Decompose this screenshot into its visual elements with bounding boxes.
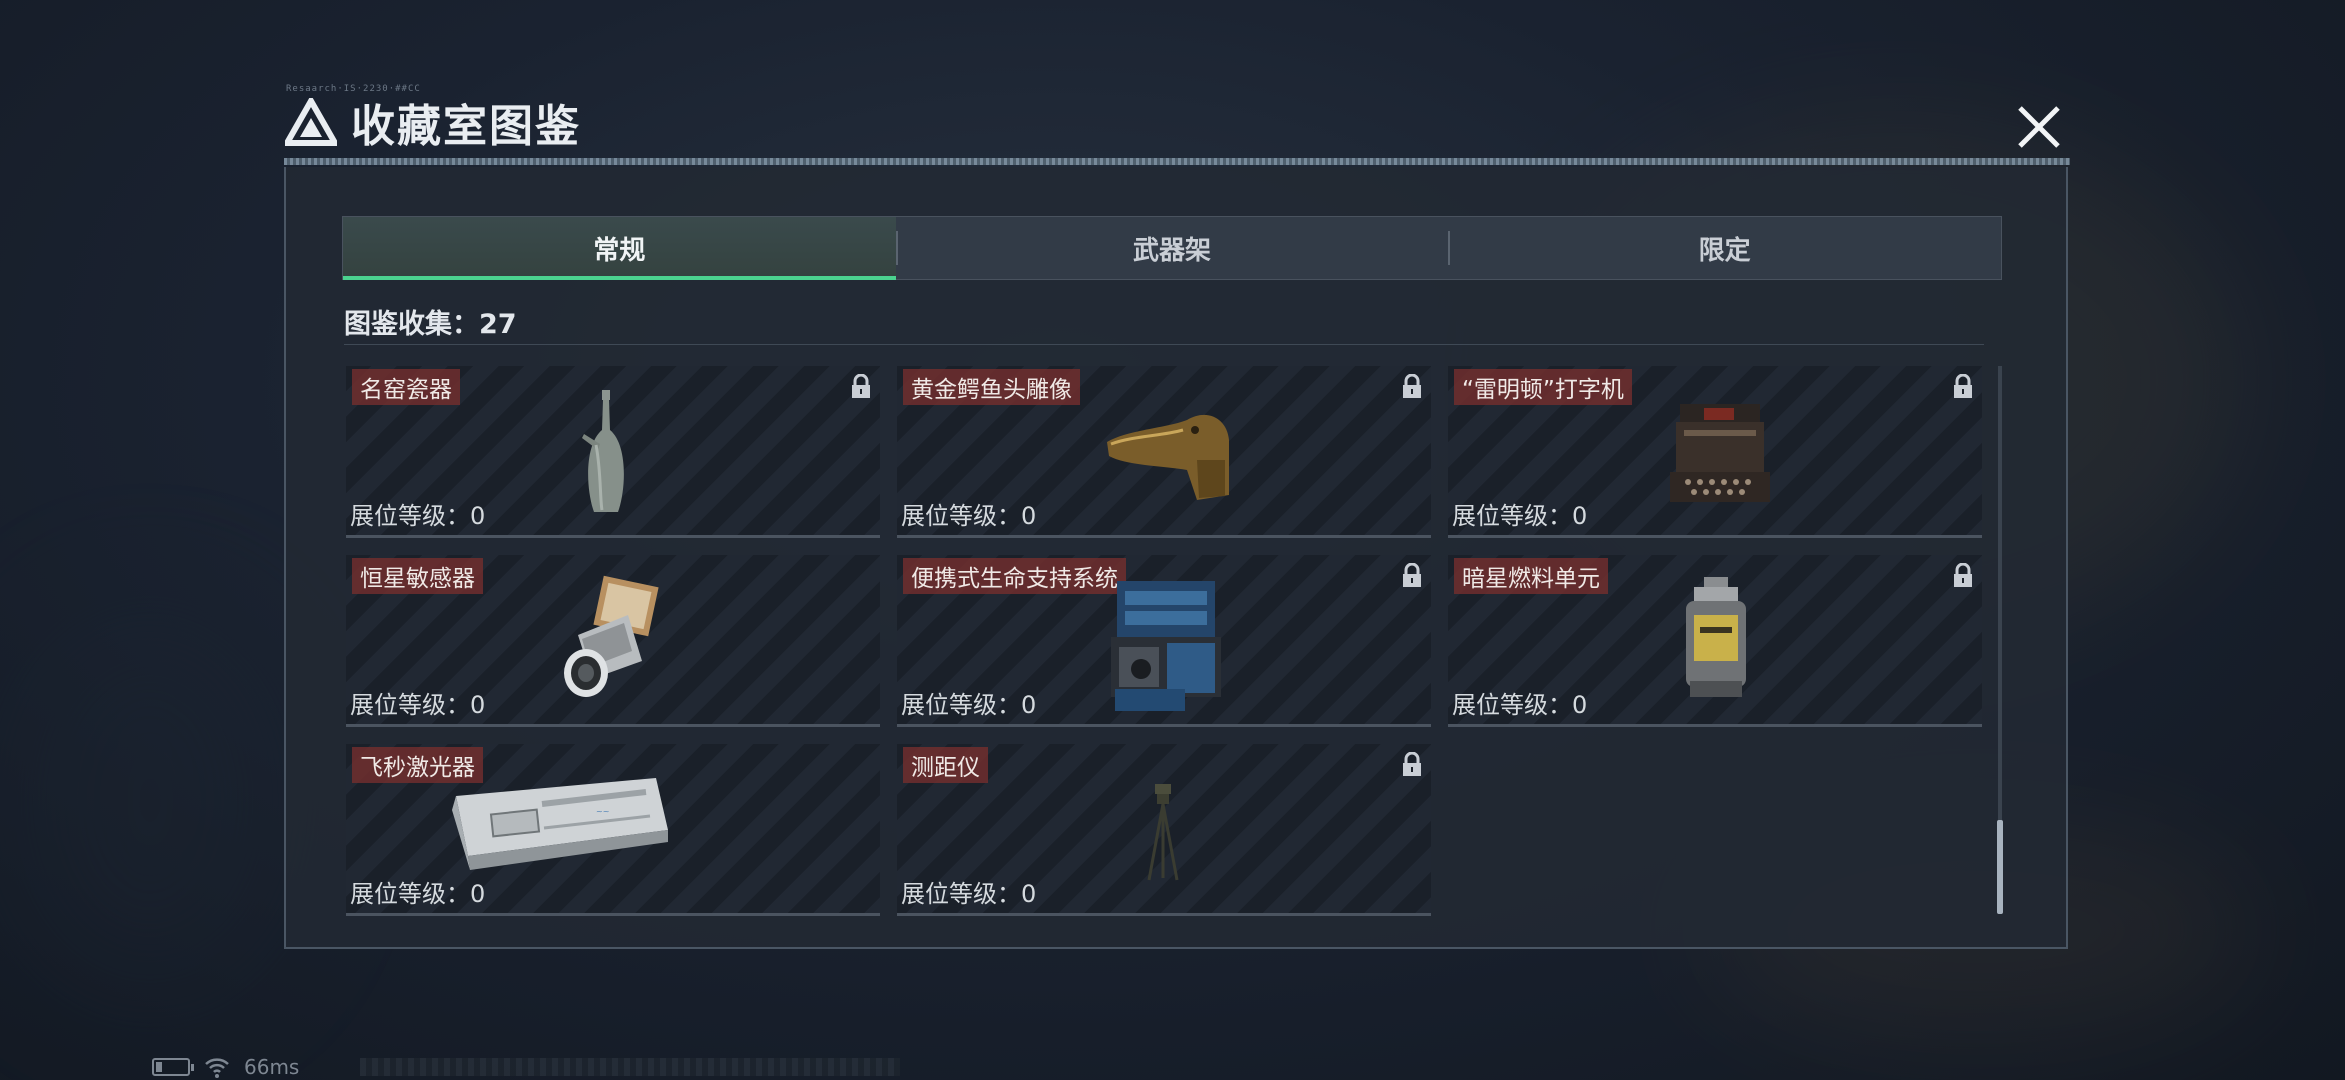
item-card[interactable]: 黄金鳄鱼头雕像 展位等级：0: [897, 366, 1431, 538]
booth-level: 展位等级：0: [350, 880, 486, 908]
typewriter-icon: [1670, 404, 1770, 502]
svg-text:~~: ~~: [596, 807, 609, 816]
obscured-text: [360, 1058, 900, 1076]
wifi-icon: [205, 1058, 229, 1078]
item-card[interactable]: 测距仪 展位等级：0: [897, 744, 1431, 916]
booth-level: 展位等级：0: [350, 502, 486, 530]
booth-level: 展位等级：0: [901, 880, 1037, 908]
header: 收藏室图鉴: [285, 92, 581, 152]
page-title: 收藏室图鉴: [351, 101, 581, 152]
crocodile-head-statue-icon: [1107, 414, 1229, 500]
section-divider: [344, 344, 1984, 345]
item-name: 黄金鳄鱼头雕像: [903, 369, 1080, 405]
lock-icon: [1403, 752, 1421, 776]
triangle-logo-icon: [285, 98, 337, 146]
item-card[interactable]: “雷明顿”打字机 展位等级：0: [1448, 366, 1982, 538]
booth-level: 展位等级：0: [350, 691, 486, 719]
item-name: 暗星燃料单元: [1454, 558, 1608, 594]
rangefinder-tripod-icon: [1147, 784, 1179, 881]
booth-level: 展位等级：0: [901, 502, 1037, 530]
item-card[interactable]: 飞秒激光器 ~~ 展位等级：0: [346, 744, 880, 916]
status-bar: 66ms: [152, 1055, 299, 1079]
item-card[interactable]: 恒星敏感器 展位等级：0: [346, 555, 880, 727]
porcelain-vase-icon: [582, 390, 624, 512]
item-name: 恒星敏感器: [352, 558, 483, 594]
booth-level: 展位等级：0: [1452, 502, 1588, 530]
item-name: “雷明顿”打字机: [1454, 369, 1632, 405]
tab-weapon-rack[interactable]: 武器架: [895, 217, 1449, 279]
item-card[interactable]: 暗星燃料单元 展位等级：0: [1448, 555, 1982, 727]
lock-icon: [1954, 563, 1972, 587]
item-name: 名窑瓷器: [352, 369, 460, 405]
booth-level: 展位等级：0: [901, 691, 1037, 719]
close-icon[interactable]: [2012, 100, 2066, 154]
title-divider: [284, 158, 2070, 165]
battery-icon: [152, 1058, 194, 1076]
lock-icon: [1403, 563, 1421, 587]
lock-icon: [1403, 374, 1421, 398]
life-support-icon: [1111, 581, 1221, 711]
collection-count: 图鉴收集：27: [344, 309, 517, 340]
tab-limited[interactable]: 限定: [1448, 217, 2001, 279]
item-grid: 名窑瓷器 展位等级：0 黄金鳄鱼头雕像 展位等级：0 “雷明顿”打字机 展位等级…: [346, 366, 1982, 916]
lock-icon: [852, 374, 870, 398]
ping-text: 66ms: [244, 1055, 300, 1079]
star-sensor-icon: [564, 575, 659, 697]
item-name: 便携式生命支持系统: [903, 558, 1126, 594]
fuel-cell-icon: [1686, 577, 1746, 697]
item-card[interactable]: 名窑瓷器 展位等级：0: [346, 366, 880, 538]
item-card[interactable]: 便携式生命支持系统 展位等级：0: [897, 555, 1431, 727]
tab-regular[interactable]: 常规: [343, 217, 896, 280]
lock-icon: [1954, 374, 1972, 398]
item-name: 测距仪: [903, 747, 988, 783]
booth-level: 展位等级：0: [1452, 691, 1588, 719]
tab-bar: 常规 武器架 限定: [342, 216, 2002, 280]
scrollbar-thumb[interactable]: [1997, 820, 2003, 914]
femtosecond-laser-icon: ~~: [452, 778, 668, 870]
